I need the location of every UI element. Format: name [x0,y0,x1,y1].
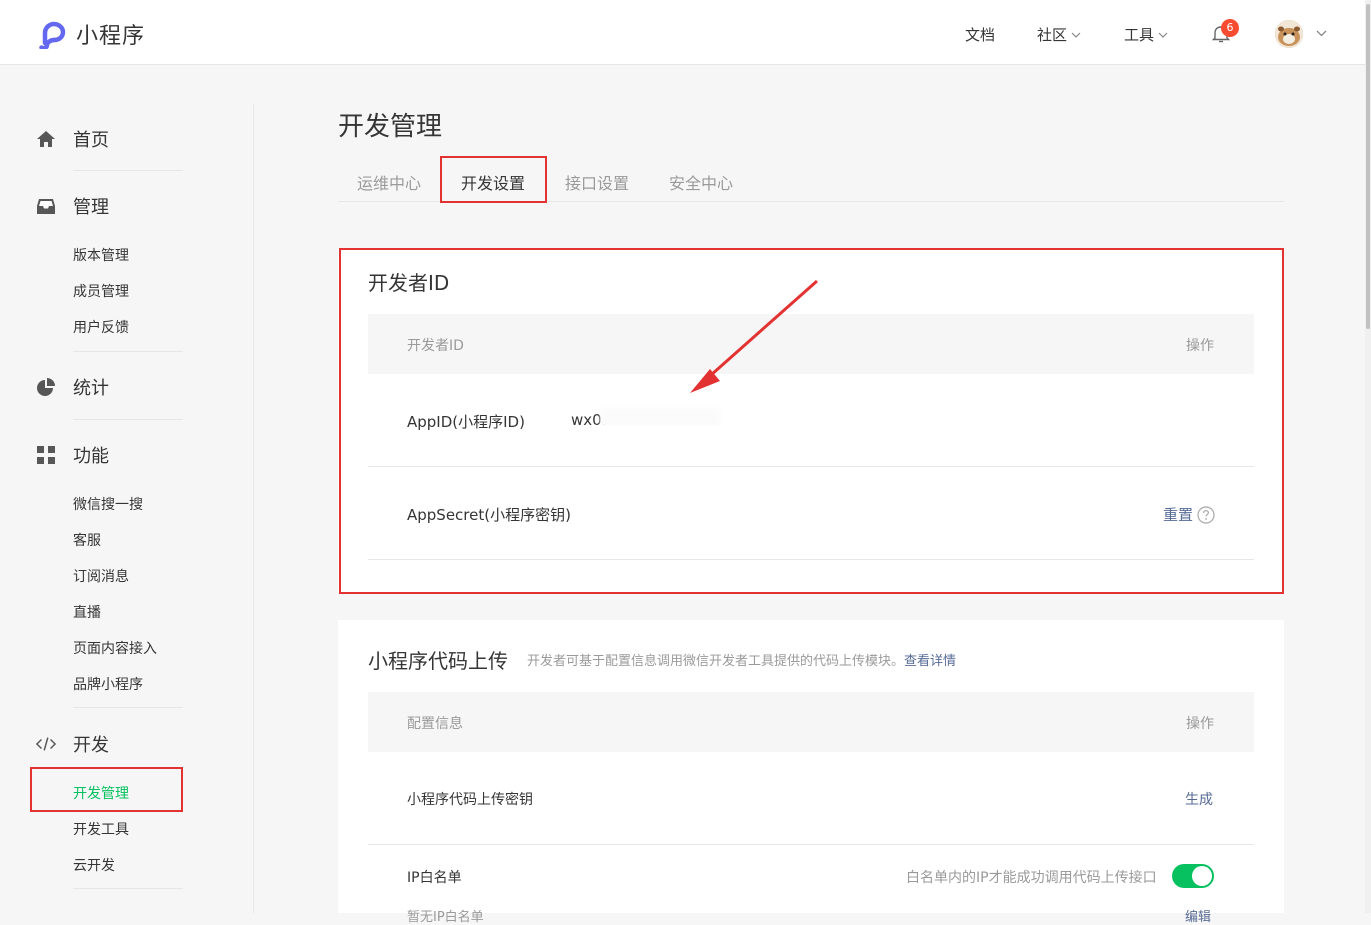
sidebar-item-manage[interactable]: 管理 [36,193,109,219]
sidebar-item-stats[interactable]: 统计 [36,374,109,400]
highlight-box [30,767,183,812]
code-icon [36,734,56,754]
pie-chart-icon [36,377,56,397]
chevron-down-icon [1158,32,1168,38]
top-header: 小程序 文档 社区 工具 6 [0,0,1371,65]
sidebar-subitem[interactable]: 订阅消息 [73,566,129,586]
edit-link[interactable]: 编辑 [1185,906,1211,925]
sidebar-item-label: 统计 [73,378,109,399]
sidebar-subitem[interactable]: 开发工具 [73,819,129,839]
sidebar-item-label: 管理 [73,197,109,218]
miniprogram-logo-icon [39,21,66,49]
sidebar-subitem[interactable]: 成员管理 [73,281,129,301]
avatar-image [1275,20,1303,48]
highlight-box [440,156,547,203]
upload-key-label: 小程序代码上传密钥 [407,792,533,808]
scrollbar-thumb[interactable] [1366,4,1370,329]
ip-whitelist-empty: 暂无IP白名单 [407,910,484,925]
sidebar-subitem[interactable]: 客服 [73,530,101,550]
column-header: 配置信息 [407,716,463,732]
ip-whitelist-toggle[interactable] [1172,864,1214,888]
sidebar-divider [73,888,183,889]
nav-community-label: 社区 [1037,26,1068,44]
sidebar-subitem[interactable]: 版本管理 [73,245,129,265]
sidebar-divider [73,170,183,171]
nav-docs[interactable]: 文档 [965,24,995,45]
home-icon [36,129,56,149]
generate-link[interactable]: 生成 [1185,789,1213,809]
sidebar-item-features[interactable]: 功能 [36,442,109,468]
inbox-icon [36,196,56,216]
sidebar-item-dev[interactable]: 开发 [36,731,109,757]
nav-tools[interactable]: 工具 [1124,24,1168,45]
sidebar-divider [73,419,183,420]
annotation-arrow-icon [690,279,818,393]
sidebar-subitem[interactable]: 品牌小程序 [73,674,143,694]
sidebar-subitem[interactable]: 页面内容接入 [73,638,157,658]
chevron-down-icon [1071,32,1081,38]
notification-badge: 6 [1221,19,1239,37]
column-header: 操作 [1186,716,1214,732]
sidebar-subitem[interactable]: 微信搜一搜 [73,494,143,514]
sidebar-divider [73,707,183,708]
sidebar-subitem[interactable]: 用户反馈 [73,317,129,337]
sidebar-item-home[interactable]: 首页 [36,126,109,152]
logo-text: 小程序 [76,24,146,49]
nav-docs-label: 文档 [965,26,996,44]
page-title: 开发管理 [338,112,443,142]
tab-security-center[interactable]: 安全中心 [669,170,733,194]
grid-icon [36,445,56,465]
card-description: 开发者可基于配置信息调用微信开发者工具提供的代码上传模块。查看详情 [527,650,956,669]
sidebar-subitem[interactable]: 云开发 [73,855,115,875]
nav-tools-label: 工具 [1124,26,1155,44]
sidebar-item-label: 首页 [73,130,109,151]
logo[interactable]: 小程序 [36,18,145,50]
sidebar-divider [73,351,183,352]
description-text: 开发者可基于配置信息调用微信开发者工具提供的代码上传模块。 [527,654,905,669]
ip-whitelist-hint: 白名单内的IP才能成功调用代码上传接口 [906,870,1157,886]
view-details-link[interactable]: 查看详情 [904,654,956,669]
scrollbar[interactable] [1365,0,1371,913]
chevron-down-icon[interactable] [1316,30,1327,37]
ip-whitelist-label: IP白名单 [407,870,462,886]
avatar[interactable] [1275,20,1303,48]
sidebar-subitem[interactable]: 直播 [73,602,101,622]
row-divider [368,844,1254,845]
table-header: 配置信息 操作 [368,692,1254,752]
sidebar-item-label: 功能 [73,446,109,467]
sidebar-item-label: 开发 [73,735,109,756]
tab-ops-center[interactable]: 运维中心 [357,170,421,194]
code-upload-card: 小程序代码上传 开发者可基于配置信息调用微信开发者工具提供的代码上传模块。查看详… [338,620,1284,925]
toggle-knob [1192,866,1212,886]
nav-community[interactable]: 社区 [1037,24,1081,45]
tab-api-settings[interactable]: 接口设置 [565,170,629,194]
card-title: 小程序代码上传 [368,649,508,673]
